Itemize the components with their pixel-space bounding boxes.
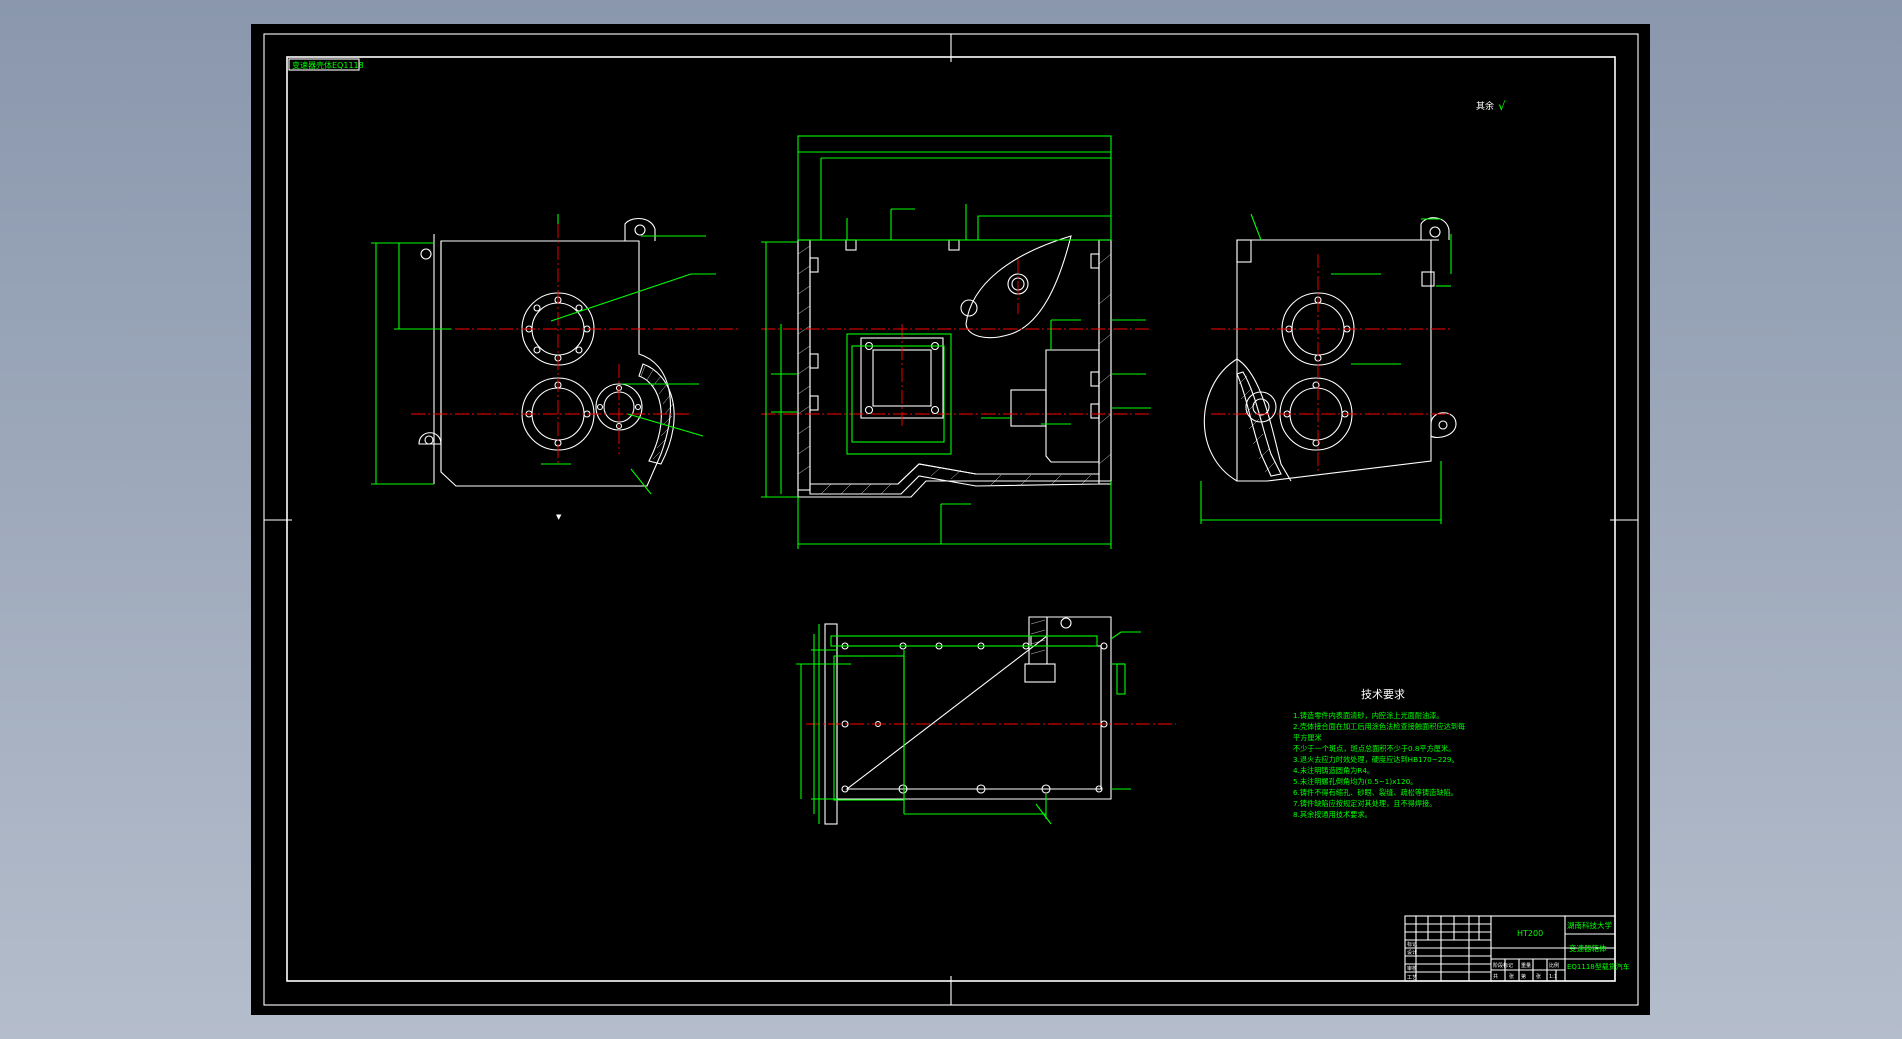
svg-text:▼: ▼ <box>556 513 562 521</box>
tech-item-1: 1.铸造零件内表面清砂，内腔涂上光面耐油漆。 <box>1293 711 1444 720</box>
scale-value: 1:1 <box>1549 974 1557 980</box>
technical-requirements: 技术要求 1.铸造零件内表面清砂，内腔涂上光面耐油漆。 2.壳体接合面在加工后用… <box>1293 688 1465 819</box>
right-side-view <box>1200 213 1457 524</box>
part-name-label: 变速器箱体 <box>1569 943 1607 953</box>
tech-item-2b: 平方厘米 <box>1293 733 1322 742</box>
product-name-label: EQ1118型载货汽车 <box>1567 962 1630 971</box>
title-block: HT200 湖南科技大学 变速器箱体 EQ1118型载货汽车 标记 设计 审核 … <box>1404 915 1630 982</box>
title-tag: 变速器壳体EQ1118 <box>292 60 364 70</box>
sheet-label-total: 共 <box>1493 973 1498 980</box>
tech-item-7: 7.铸件缺陷应按规定对其处理，且不得焊接。 <box>1293 799 1436 808</box>
sheet-label-sheet: 张 <box>1536 973 1541 980</box>
tech-item-3: 3.退火去应力时效处理，硬度应达到HB170~229。 <box>1293 755 1459 764</box>
tech-heading: 技术要求 <box>1361 688 1405 701</box>
material-label: HT200 <box>1517 929 1543 938</box>
top-plan-view <box>796 616 1176 825</box>
school-label: 湖南科技大学 <box>1567 920 1612 930</box>
stage-label-weight: 重量 <box>1521 962 1531 969</box>
sheet-label-sheets: 张 <box>1509 973 1514 980</box>
roughness-note: 其余 <box>1476 100 1494 112</box>
engineering-drawing: 变速器壳体EQ1118 其余 √ ▼ 技术要求 1.铸造零件内表面清砂，内腔涂上… <box>263 33 1639 1006</box>
roughness-symbol: √ <box>1498 99 1506 113</box>
tech-item-2c: 不少于一个斑点，斑点总面积不少于0.8平方厘米。 <box>1293 744 1455 753</box>
tech-item-6: 6.铸件不得有缩孔、砂眼、裂缝、疏松等铸造缺陷。 <box>1293 788 1458 797</box>
stage-label-scale: 比例 <box>1549 962 1559 969</box>
row-label-review: 审核 <box>1407 965 1417 972</box>
row-label-design: 设计 <box>1407 949 1417 956</box>
tech-item-2: 2.壳体接合面在加工后用涂色法检查接触面积应达到每 <box>1293 722 1465 731</box>
sheet-inner-border <box>286 56 1616 982</box>
cad-viewport[interactable]: 变速器壳体EQ1118 其余 √ ▼ 技术要求 1.铸造零件内表面清砂，内腔涂上… <box>251 24 1650 1015</box>
left-side-view: ▼ <box>371 214 741 521</box>
tech-item-8: 8.其余按通用技术要求。 <box>1293 810 1372 819</box>
row-label-process: 工艺 <box>1407 975 1417 981</box>
sheet-label-no: 第 <box>1521 973 1526 980</box>
tech-item-5: 5.未注明螺孔倒角均为(0.5~1)x120。 <box>1293 777 1417 786</box>
row-label-mark: 标记 <box>1407 941 1417 948</box>
front-section-view <box>761 135 1151 549</box>
stage-label-mark: 阶段标记 <box>1493 962 1513 969</box>
tech-item-4: 4.未注明铸造圆角为R4。 <box>1293 766 1374 775</box>
